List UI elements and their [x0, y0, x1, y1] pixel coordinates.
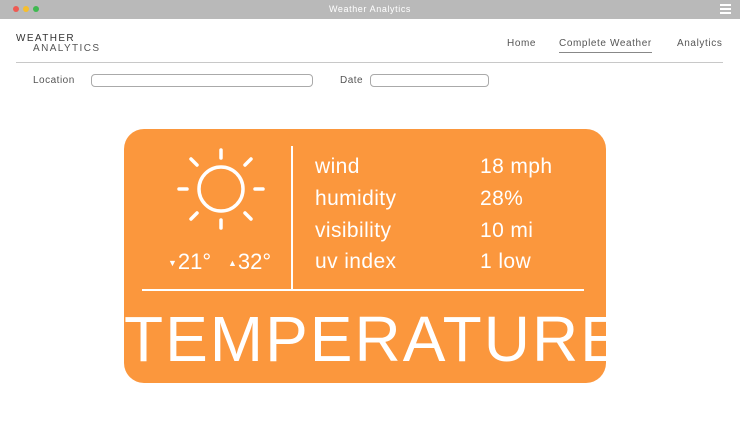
nav-complete-weather[interactable]: Complete Weather	[559, 38, 652, 53]
metric-label-uv-index: uv index	[315, 250, 397, 273]
low-temperature: ▼21°	[168, 249, 211, 275]
metric-label-visibility: visibility	[315, 219, 392, 242]
sun-icon	[177, 148, 265, 230]
metric-label-humidity: humidity	[315, 187, 397, 210]
card-horizontal-divider	[142, 289, 584, 291]
brand-line-analytics: ANALYTICS	[33, 43, 101, 54]
high-temperature: ▲32°	[228, 249, 271, 275]
date-label: Date	[340, 75, 364, 86]
card-title: TEMPERATURE	[124, 303, 625, 375]
weather-card: ▼21° ▲32° wind 18 mph humidity 28% visib…	[124, 129, 625, 383]
header-divider	[16, 62, 723, 63]
brand-logo[interactable]: WEATHER ANALYTICS	[16, 34, 100, 54]
location-input[interactable]	[91, 74, 313, 87]
metric-value-uv-index: 1 low	[480, 250, 532, 273]
title-bar: Weather Analytics	[0, 0, 740, 19]
nav-home[interactable]: Home	[507, 38, 536, 49]
window-title: Weather Analytics	[328, 4, 412, 14]
location-label: Location	[33, 75, 75, 86]
metric-value-visibility: 10 mi	[480, 219, 534, 242]
date-input[interactable]	[370, 74, 489, 87]
nav-analytics[interactable]: Analytics	[677, 38, 722, 49]
hamburger-menu-icon[interactable]	[720, 4, 731, 14]
down-triangle-icon: ▼	[168, 258, 177, 268]
low-temperature-value: 21°	[177, 249, 212, 274]
card-vertical-divider	[291, 146, 293, 289]
up-triangle-icon: ▲	[228, 258, 237, 268]
metric-value-wind: 18 mph	[480, 155, 553, 178]
high-temperature-value: 32°	[237, 249, 272, 274]
metric-value-humidity: 28%	[480, 187, 524, 210]
metric-label-wind: wind	[315, 155, 360, 178]
